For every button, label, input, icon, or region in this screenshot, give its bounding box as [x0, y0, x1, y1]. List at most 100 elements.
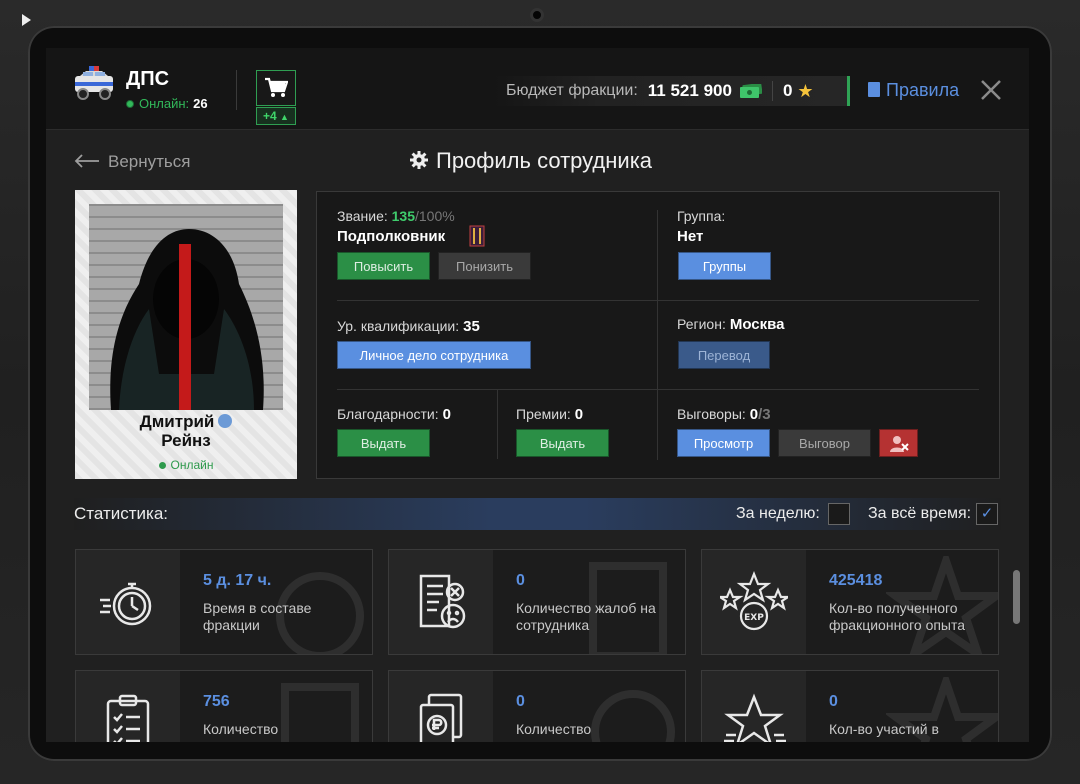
- stat-label: Кол-во участий в: [829, 721, 939, 737]
- bonus-value: 0: [574, 406, 584, 423]
- employee-photo: [89, 204, 283, 410]
- online-dot-icon: [126, 100, 134, 108]
- rank-row: Звание: 135/100%: [337, 208, 455, 224]
- rules-label: Правила: [886, 80, 960, 100]
- budget-label: Бюджет фракции:: [506, 82, 638, 99]
- gear-icon: [410, 151, 428, 169]
- remove-user-icon: [889, 436, 909, 452]
- statistics-bar: Статистика: За неделю: За всё время: ✓: [74, 498, 1001, 530]
- qualification-label: Ур. квалификации:: [337, 318, 460, 334]
- group-value: Нет: [677, 228, 704, 245]
- stat-icon-box: EXP: [702, 550, 806, 654]
- region-row: Регион: Москва: [677, 316, 785, 333]
- stat-value: 0: [829, 693, 838, 710]
- online-count: 26: [193, 96, 208, 111]
- stat-value: 756: [203, 693, 230, 710]
- hooded-figure-image: [110, 229, 264, 410]
- employee-first-name: Дмитрий: [139, 412, 215, 431]
- shop-cart-button[interactable]: [256, 70, 296, 106]
- transfer-button[interactable]: Перевод: [678, 341, 770, 369]
- ruble-documents-icon: [419, 693, 463, 742]
- stat-card: 0 Количество жалоб на сотрудника: [388, 549, 686, 655]
- budget-divider: [771, 81, 773, 101]
- camera-icon: [530, 8, 544, 22]
- stat-value: 425418: [829, 572, 883, 589]
- epaulette-icon: [469, 225, 485, 247]
- thanks-value: 0: [442, 406, 451, 423]
- rank-progress: 135: [391, 208, 415, 224]
- faction-name: ДПС: [126, 68, 170, 90]
- online-label: Онлайн:: [139, 96, 190, 111]
- divider: [337, 389, 979, 390]
- divider: [337, 300, 979, 301]
- header: ДПС Онлайн: 26 +4 ▲ Бюджет фракции: 11 52…: [46, 48, 1029, 130]
- employee-info-panel: Звание: 135/100% Подполковник Повысить П…: [316, 191, 1000, 479]
- complaint-document-icon: [419, 574, 466, 629]
- cart-icon: [265, 77, 288, 97]
- view-reprimands-button[interactable]: Просмотр: [677, 429, 770, 457]
- stat-label: Количество: [203, 721, 279, 737]
- cursor-icon: [22, 14, 31, 26]
- stat-label: Время в составе фракции: [203, 600, 312, 633]
- stat-icon-box: [76, 671, 180, 742]
- rank-label: Звание:: [337, 208, 388, 224]
- exp-text: EXP: [744, 613, 764, 623]
- give-bonus-button[interactable]: Выдать: [516, 429, 609, 457]
- stat-label: Количество: [516, 721, 592, 737]
- employee-last-name: Рейнз: [161, 431, 211, 450]
- back-label: Вернуться: [108, 152, 191, 171]
- online-status: Онлайн: 26: [126, 96, 208, 111]
- cart-badge-value: +4: [263, 109, 277, 123]
- close-icon[interactable]: [979, 78, 1003, 102]
- money-icon: [739, 84, 762, 98]
- promote-button[interactable]: Повысить: [337, 252, 430, 280]
- reprimand-button[interactable]: Выговор: [778, 429, 871, 457]
- rules-link[interactable]: Правила: [868, 80, 959, 101]
- stat-card: 0 Количество: [388, 670, 686, 742]
- stat-card: EXP 425418 Кол-во полученного фракционно…: [701, 549, 999, 655]
- police-car-icon: [75, 66, 113, 100]
- rank-progress-max: /100%: [415, 208, 455, 224]
- all-time-filter-label: За всё время:: [868, 505, 972, 522]
- stat-value: 5 д. 17 ч.: [203, 572, 272, 589]
- give-thanks-button[interactable]: Выдать: [337, 429, 430, 457]
- stat-label: Количество жалоб на сотрудника: [516, 600, 656, 633]
- week-filter-label: За неделю:: [736, 505, 820, 522]
- qualification-row: Ур. квалификации: 35: [337, 318, 480, 335]
- week-checkbox[interactable]: [828, 503, 850, 525]
- employee-dossier-button[interactable]: Личное дело сотрудника: [337, 341, 531, 369]
- cart-badge: +4 ▲: [256, 107, 296, 125]
- back-button[interactable]: Вернуться: [74, 152, 191, 172]
- page-title-text: Профиль сотрудника: [436, 148, 653, 173]
- qualification-value: 35: [463, 318, 480, 335]
- all-time-checkbox[interactable]: ✓: [976, 503, 998, 525]
- reprimand-row: Выговоры: 0/3: [677, 406, 771, 423]
- screen: ДПС Онлайн: 26 +4 ▲ Бюджет фракции: 11 52…: [46, 48, 1029, 742]
- stat-icon-box: [702, 671, 806, 742]
- thanks-row: Благодарности: 0: [337, 406, 451, 423]
- fire-employee-button[interactable]: [879, 429, 918, 457]
- groups-button[interactable]: Группы: [678, 252, 771, 280]
- exp-stars-icon: EXP: [720, 571, 788, 631]
- bonus-label: Премии:: [516, 406, 571, 422]
- statistics-title: Статистика:: [74, 504, 169, 523]
- scrollbar[interactable]: [1013, 570, 1020, 624]
- star-icon: [724, 693, 786, 742]
- stat-card: 756 Количество: [75, 670, 373, 742]
- stat-icon-box: [389, 550, 493, 654]
- stat-value: 0: [516, 572, 525, 589]
- divider: [657, 210, 658, 460]
- stat-label: Кол-во полученного фракционного опыта: [829, 600, 966, 633]
- stat-card: 0 Кол-во участий в: [701, 670, 999, 742]
- clipboard-checklist-icon: [106, 694, 150, 742]
- star-icon: ★: [797, 80, 814, 101]
- checkmark-icon: ✓: [980, 505, 994, 522]
- header-divider: [236, 70, 237, 110]
- stat-icon-box: [389, 671, 493, 742]
- thanks-label: Благодарности:: [337, 406, 439, 422]
- verified-user-icon: [218, 414, 233, 428]
- region-value: Москва: [729, 316, 785, 333]
- arrow-up-icon: ▲: [280, 112, 289, 122]
- rank-name: Подполковник: [337, 228, 446, 245]
- demote-button[interactable]: Понизить: [438, 252, 531, 280]
